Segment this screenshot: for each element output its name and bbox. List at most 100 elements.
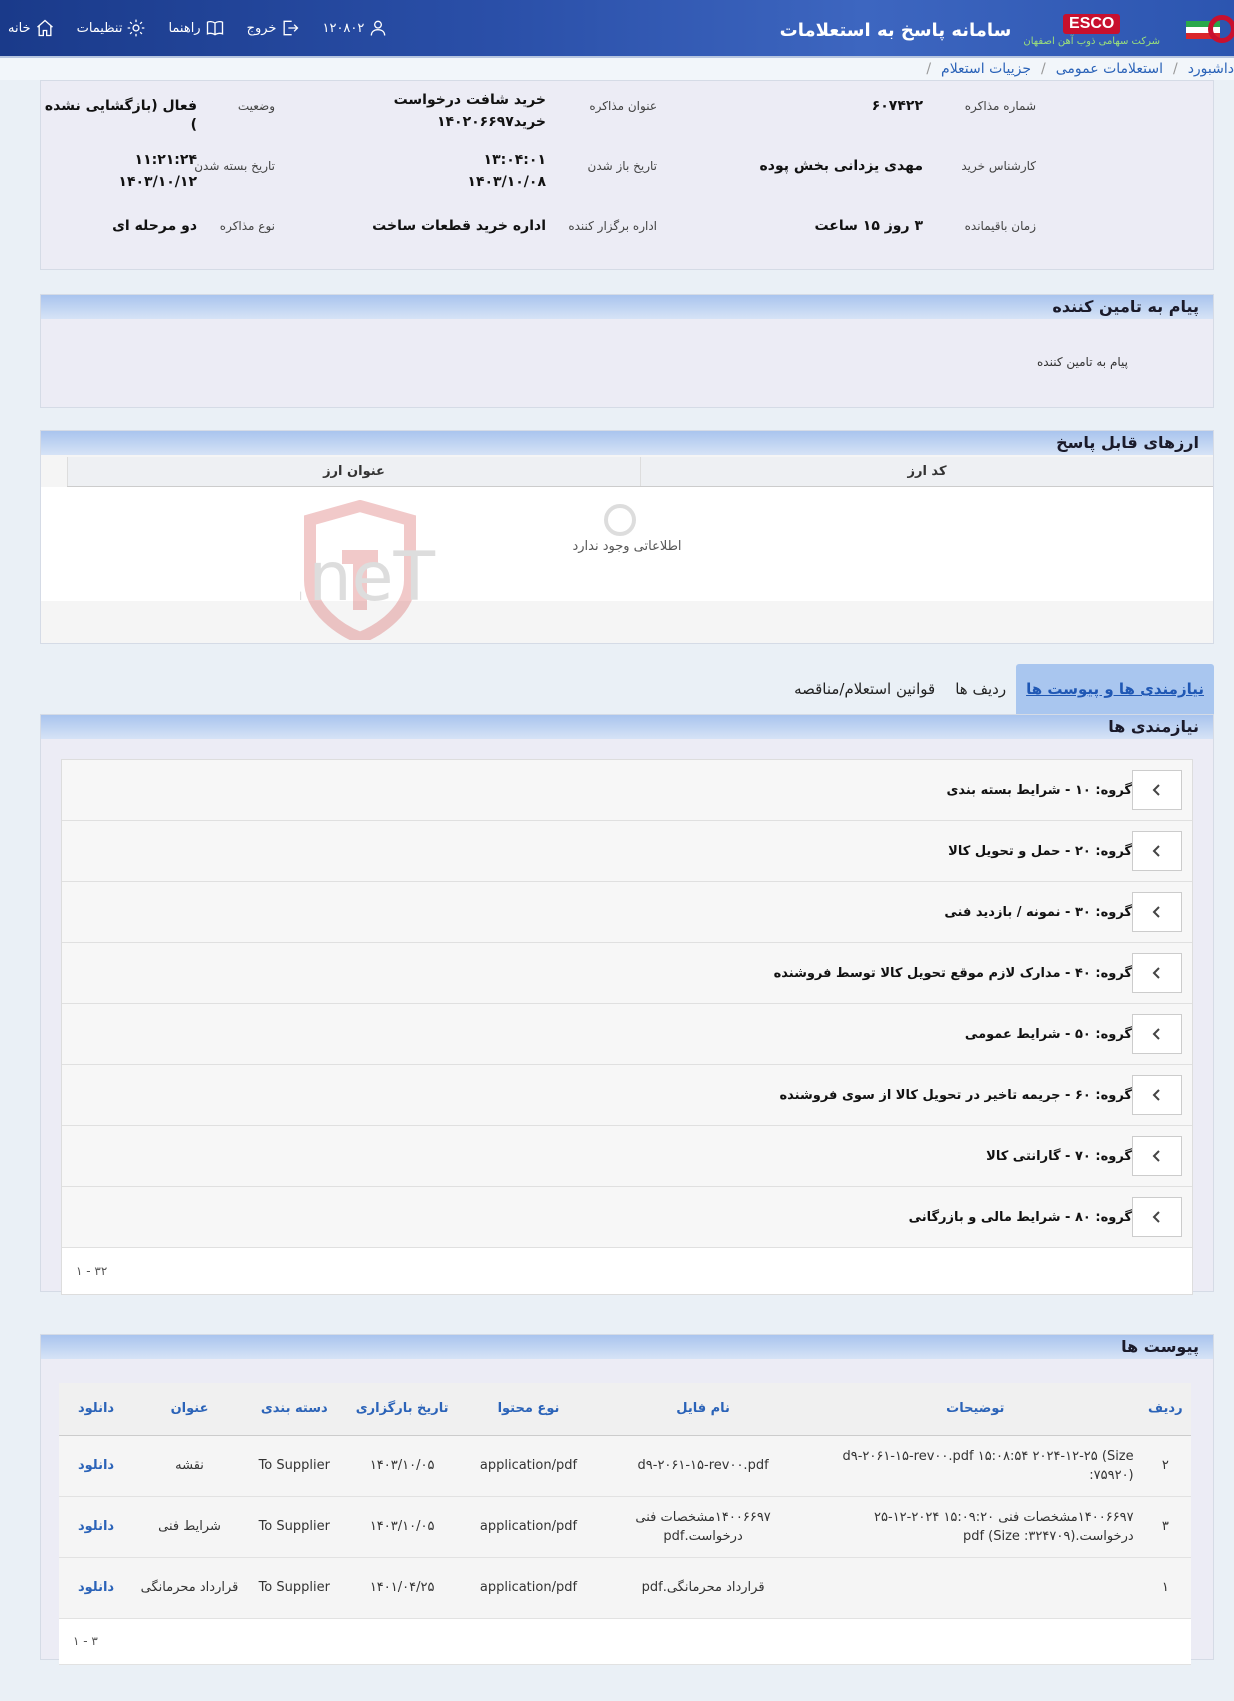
col-upload-date[interactable]: تاریخ بارگزاری: [342, 1383, 462, 1436]
currencies-panel: ارزهای قابل پاسخ کد ارز عنوان ارز اطلاعا…: [40, 430, 1214, 644]
tab-rows[interactable]: ردیف ها: [945, 664, 1016, 714]
cell-title: شرایط فنی: [133, 1496, 246, 1558]
label-title: عنوان مذاکره: [589, 99, 657, 113]
expand-button[interactable]: [1132, 831, 1182, 871]
top-bar: ESCO شرکت سهامی ذوب آهن اصفهان سامانه پا…: [0, 0, 1234, 58]
cell-content-type: application/pdf: [461, 1557, 596, 1619]
breadcrumb-dashboard[interactable]: داشبورد: [1188, 61, 1234, 77]
app-title: سامانه پاسخ به استعلامات: [779, 19, 1012, 41]
currencies-table-header: کد ارز عنوان ارز: [67, 457, 1213, 487]
attachments-table: ردیف توضیحات نام فایل نوع محتوا تاریخ با…: [59, 1383, 1191, 1665]
esco-logo: ESCO: [1063, 13, 1121, 34]
chevron-left-icon: [1152, 967, 1160, 979]
book-icon: [206, 20, 223, 36]
cell-download: دانلود: [59, 1435, 134, 1497]
needs-panel: نیازمندی ها گروه: ۱۰ - شرایط بسته بندی گ…: [40, 714, 1214, 1295]
download-link[interactable]: دانلود: [78, 1580, 114, 1595]
group-label: گروه: ۱۰ - شرایط بسته بندی: [946, 782, 1132, 798]
attachments-panel: پیوست ها ردیف توضیحات نام فایل نوع محتوا…: [40, 1334, 1214, 1665]
label-expert: کارشناس خرید: [961, 159, 1036, 173]
attachments-heading: پیوست ها: [41, 1335, 1213, 1359]
cell-title: قرارداد محرمانگی: [133, 1557, 246, 1619]
download-link[interactable]: دانلود: [78, 1458, 114, 1473]
cell-title: نقشه: [133, 1435, 246, 1497]
expand-button[interactable]: [1132, 1014, 1182, 1054]
nav-logout-label: خروج: [246, 20, 277, 36]
value-open-time: ۱۳:۰۴:۰۱: [483, 152, 546, 168]
needs-heading: نیازمندی ها: [41, 715, 1213, 739]
cell-category: To Supplier: [246, 1435, 343, 1497]
value-close-date: ۱۴۰۳/۱۰/۱۲: [118, 174, 197, 190]
nav-logout[interactable]: خروج: [247, 18, 301, 38]
value-title-line1: خرید شافت درخواست: [393, 92, 546, 108]
col-category[interactable]: دسته بندی: [246, 1383, 343, 1436]
nav-home[interactable]: خانه: [8, 18, 55, 38]
download-link[interactable]: دانلود: [78, 1519, 114, 1534]
cell-row: ۲: [1139, 1435, 1191, 1497]
cell-content-type: application/pdf: [461, 1496, 596, 1558]
nav-user[interactable]: ۱۲۰۸۰۲: [322, 18, 388, 38]
col-file-name[interactable]: نام فایل: [595, 1383, 811, 1436]
expand-button[interactable]: [1132, 953, 1182, 993]
list-item[interactable]: گروه: ۷۰ - گارانتی کالا: [62, 1126, 1192, 1187]
expand-button[interactable]: [1132, 1197, 1182, 1237]
value-office: اداره خرید قطعات ساخت: [372, 218, 546, 234]
table-row: ۳ ۱۴۰۰۶۶۹۷مشخصات فنی ۱۵:۰۹:۲۰ ۲۰۲۴-۱۲-۲۵…: [59, 1496, 1191, 1558]
chevron-left-icon: [1152, 845, 1160, 857]
expand-button[interactable]: [1132, 1075, 1182, 1115]
breadcrumb: داشبورد / استعلامات عمومی / جزییات استعل…: [0, 58, 1234, 80]
list-item[interactable]: گروه: ۱۰ - شرایط بسته بندی: [62, 760, 1192, 821]
value-number: ۶۰۷۴۲۲: [871, 98, 923, 114]
expand-button[interactable]: [1132, 770, 1182, 810]
cell-description: ۱۴۰۰۶۶۹۷مشخصات فنی ۱۵:۰۹:۲۰ ۲۰۲۴-۱۲-۲۵ د…: [810, 1496, 1140, 1558]
supplier-message-panel: پیام به تامین کننده پیام به تامین کننده: [40, 294, 1214, 408]
currencies-table-body: اطلاعاتی وجود ندارد: [41, 487, 1213, 601]
nav-settings[interactable]: تنظیمات: [77, 18, 147, 38]
col-currency-title[interactable]: عنوان ارز: [67, 457, 640, 486]
tab-rules[interactable]: قوانین استعلام/مناقصه: [784, 664, 945, 714]
list-item[interactable]: گروه: ۵۰ - شرایط عمومی: [62, 1004, 1192, 1065]
attachments-pager: ۱ - ۳: [59, 1618, 1191, 1665]
expand-button[interactable]: [1132, 892, 1182, 932]
col-row[interactable]: ردیف: [1139, 1383, 1191, 1436]
breadcrumb-inquiry-details[interactable]: جزییات استعلام: [941, 61, 1031, 77]
group-label: گروه: ۲۰ - حمل و تحویل کالا: [948, 843, 1132, 859]
breadcrumb-separator: /: [926, 61, 932, 77]
cell-download: دانلود: [59, 1496, 134, 1558]
chevron-left-icon: [1152, 1089, 1160, 1101]
gear-icon: [128, 19, 145, 37]
label-open-date: تاریخ باز شدن: [587, 159, 657, 173]
col-description[interactable]: توضیحات: [810, 1383, 1140, 1436]
value-status: فعال (بازگشایی نشده ): [44, 98, 197, 133]
cell-category: To Supplier: [246, 1557, 343, 1619]
supplier-message-label: پیام به تامین کننده: [1037, 355, 1128, 369]
cell-upload-date: ۱۴۰۳/۱۰/۰۵: [342, 1496, 462, 1558]
col-content-type[interactable]: نوع محتوا: [461, 1383, 596, 1436]
inquiry-info-panel: شماره مذاکره ۶۰۷۴۲۲ عنوان مذاکره خرید شا…: [40, 80, 1214, 270]
list-item[interactable]: گروه: ۴۰ - مدارک لازم موقع تحویل کالا تو…: [62, 943, 1192, 1004]
value-title-line2: خرید۱۴۰۲۰۶۶۹۷: [436, 114, 546, 130]
col-currency-code[interactable]: کد ارز: [640, 457, 1213, 486]
group-label: گروه: ۵۰ - شرایط عمومی: [964, 1026, 1132, 1042]
list-item[interactable]: گروه: ۸۰ - شرایط مالی و بازرگانی: [62, 1187, 1192, 1248]
nav-guide[interactable]: راهنما: [168, 18, 224, 38]
cell-file-name: ۱۴۰۰۶۶۹۷مشخصات فنی درخواست.pdf: [595, 1496, 811, 1558]
cell-upload-date: ۱۴۰۱/۰۴/۲۵: [342, 1557, 462, 1619]
breadcrumb-public-inquiries[interactable]: استعلامات عمومی: [1056, 61, 1163, 77]
label-number: شماره مذاکره: [964, 99, 1036, 113]
tab-needs-attachments[interactable]: نیازمندی ها و پیوست ها: [1016, 664, 1214, 714]
col-title[interactable]: عنوان: [133, 1383, 246, 1436]
col-download[interactable]: دانلود: [59, 1383, 134, 1436]
value-type: دو مرحله ای: [112, 218, 197, 234]
label-close-date: تاریخ بسته شدن: [194, 159, 275, 173]
breadcrumb-separator: /: [1172, 61, 1178, 77]
expand-button[interactable]: [1132, 1136, 1182, 1176]
cell-row: ۳: [1139, 1496, 1191, 1558]
group-label: گروه: ۷۰ - گارانتی کالا: [986, 1148, 1132, 1164]
group-label: گروه: ۳۰ - نمونه / بازدید فنی: [944, 904, 1132, 920]
list-item[interactable]: گروه: ۲۰ - حمل و تحویل کالا: [62, 821, 1192, 882]
list-item[interactable]: گروه: ۶۰ - جریمه تاخیر در تحویل کالا از …: [62, 1065, 1192, 1126]
list-item[interactable]: گروه: ۳۰ - نمونه / بازدید فنی: [62, 882, 1192, 943]
nav-home-label: خانه: [8, 20, 31, 36]
needs-pager: ۱ - ۳۲: [62, 1248, 1192, 1294]
